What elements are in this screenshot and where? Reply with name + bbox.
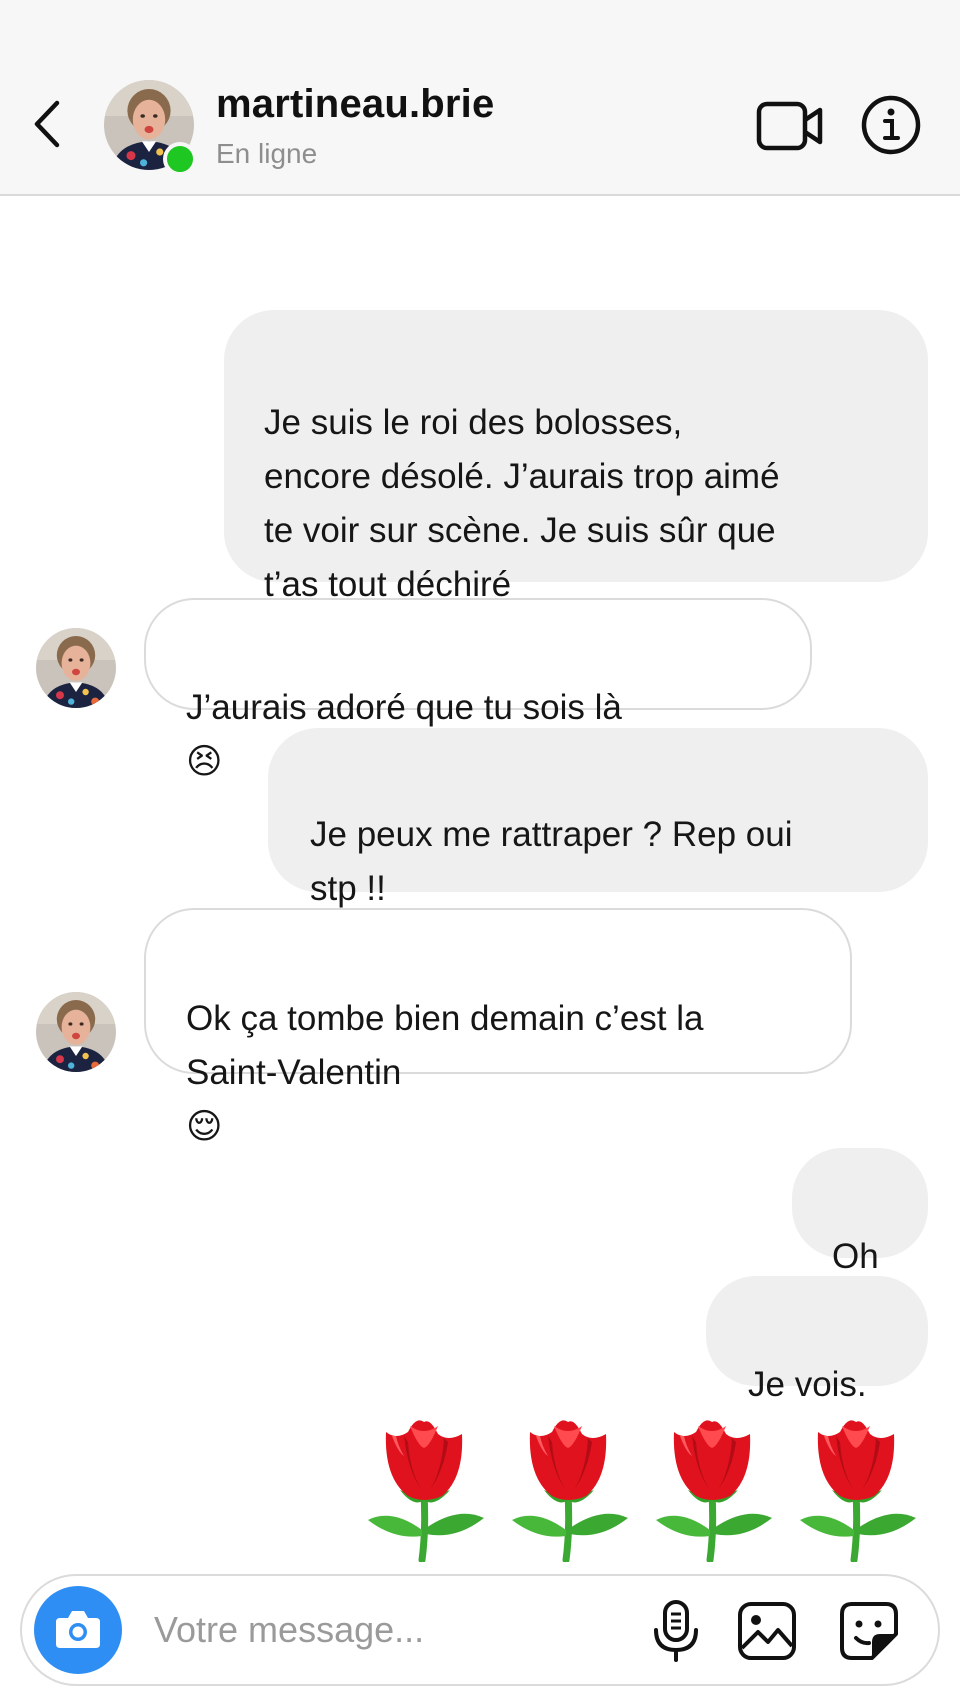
camera-icon [56, 1611, 100, 1648]
sender-avatar[interactable] [36, 628, 116, 708]
incoming-message[interactable]: J’aurais adoré que tu sois là 😣 [144, 598, 812, 782]
sender-avatar[interactable] [36, 992, 116, 1072]
info-button[interactable] [860, 94, 922, 156]
camera-button[interactable] [34, 1586, 122, 1674]
message-text: Oh [832, 1237, 879, 1276]
persevering-face-emoji: 😣 [186, 742, 223, 782]
incoming-message[interactable]: Ok ça tombe bien demain c’est la Saint-V… [144, 908, 852, 1147]
message-composer [20, 1574, 940, 1686]
message-text: J’aurais adoré que tu sois là [186, 688, 622, 727]
message-text: Je vois. [748, 1365, 867, 1404]
voice-message-button[interactable] [646, 1598, 706, 1664]
outgoing-message[interactable]: Je suis le roi des bolosses, encore déso… [224, 310, 928, 604]
rose-emoji [508, 1412, 632, 1562]
message-input[interactable] [154, 1600, 614, 1660]
rose-emoji [652, 1412, 776, 1562]
outgoing-message[interactable]: Je peux me rattraper ? Rep oui stp !! [268, 728, 928, 908]
video-call-button[interactable] [756, 98, 824, 154]
contact-status: En ligne [216, 138, 318, 169]
rose-emoji [364, 1412, 488, 1562]
image-gallery-icon [738, 1602, 796, 1660]
rose-emoji-message[interactable] [364, 1412, 924, 1562]
chat-header: martineau.brie En ligne [0, 0, 960, 196]
message-text: Je suis le roi des bolosses, encore déso… [264, 403, 780, 604]
gallery-button[interactable] [736, 1600, 798, 1662]
outgoing-message[interactable]: Je vois. [706, 1276, 928, 1404]
online-status-indicator [163, 142, 197, 176]
info-icon [861, 95, 921, 155]
chevron-left-icon [34, 100, 60, 148]
sticker-button[interactable] [838, 1600, 900, 1662]
relieved-face-emoji: 😌 [186, 1107, 223, 1147]
message-text: Ok ça tombe bien demain c’est la Saint-V… [186, 999, 704, 1092]
rose-emoji [796, 1412, 920, 1562]
microphone-icon [654, 1600, 698, 1662]
outgoing-message[interactable]: Oh [792, 1148, 928, 1276]
video-camera-icon [756, 101, 823, 151]
back-button[interactable] [26, 96, 66, 152]
message-text: Je peux me rattraper ? Rep oui stp !! [310, 815, 793, 908]
contact-username[interactable]: martineau.brie [216, 82, 494, 127]
sticker-icon [840, 1602, 898, 1660]
